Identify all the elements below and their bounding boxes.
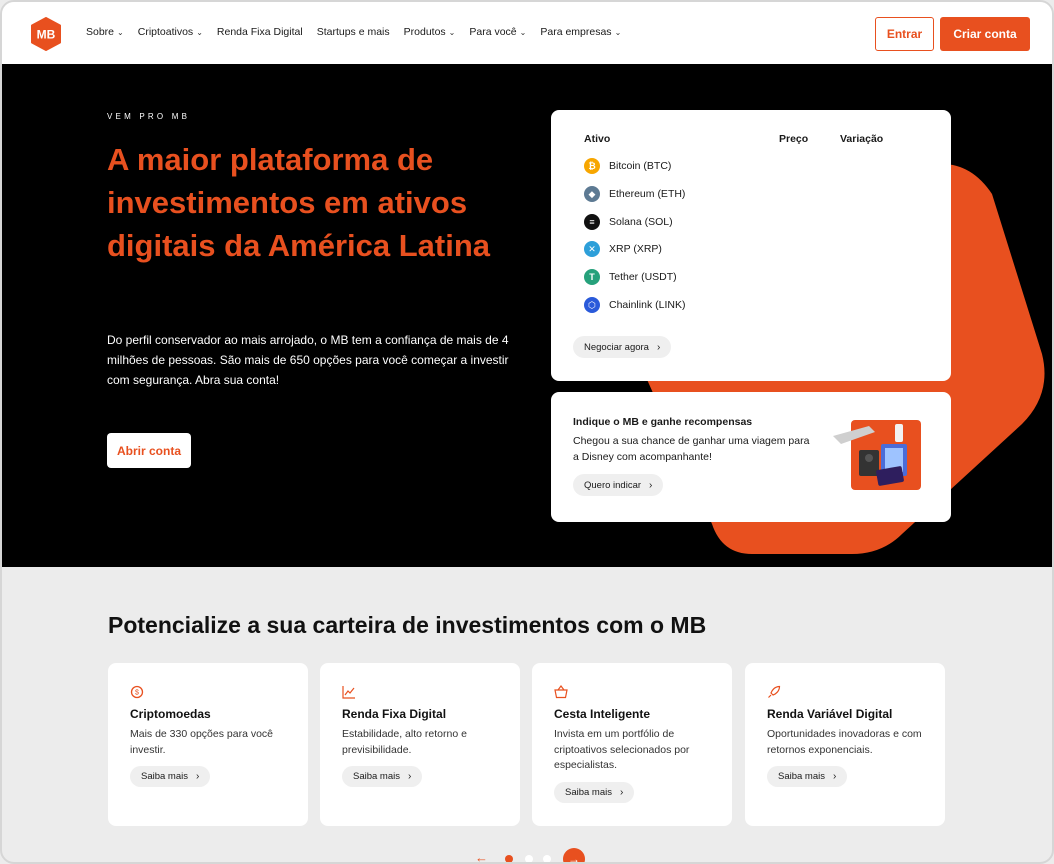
asset-row[interactable]: ◆ Ethereum (ETH) [584, 186, 685, 202]
feature-description: Estabilidade, alto retorno e previsibili… [342, 728, 467, 756]
nav-item-label: Produtos [403, 26, 446, 38]
carousel-dot[interactable] [525, 855, 533, 862]
chevron-down-icon: ⌄ [117, 27, 124, 37]
chevron-right-icon: › [656, 341, 661, 353]
nav-item-label: Criptoativos [137, 26, 194, 38]
feature-title: Renda Fixa Digital [342, 707, 447, 721]
chevron-down-icon: ⌄ [519, 27, 527, 37]
nav-item-label: Sobre [86, 26, 115, 38]
asset-name: Solana (SOL) [609, 216, 673, 228]
browser-frame: MB Sobre ⌄ Criptoativos ⌄ Renda Fixa Digital… [0, 0, 1054, 864]
chevron-down-icon: ⌄ [614, 27, 622, 37]
nav-item-label: Startups e mais [316, 26, 390, 38]
hero-section: VEM PRO MB A maior plataforma de investi… [2, 64, 1052, 567]
feature-description: Mais de 330 opções para você investir. [130, 728, 274, 756]
chevron-right-icon: › [196, 771, 200, 782]
chevron-down-icon: ⌄ [196, 27, 203, 37]
bitcoin-icon: ₿ [584, 158, 600, 174]
feature-card: $ Criptomoedas Mais de 330 opções para voc… [108, 663, 308, 826]
column-header-change: Variação [840, 133, 884, 145]
asset-name: Tether (USDT) [609, 271, 677, 283]
asset-row[interactable]: ⬡ Chainlink (LINK) [584, 297, 685, 313]
nav-item-produtos[interactable]: Produtos ⌄ [404, 26, 456, 38]
site-header: MB Sobre ⌄ Criptoativos ⌄ Renda Fixa Digital… [2, 2, 1052, 64]
chainlink-icon: ⬡ [584, 297, 600, 313]
feature-title: Cesta Inteligente [554, 707, 651, 721]
nav-item-label: Para empresas [540, 26, 612, 38]
login-button[interactable]: Entrar [875, 17, 934, 51]
feature-title: Renda Variável Digital [767, 707, 893, 721]
hero-eyebrow: VEM PRO MB [107, 112, 191, 121]
referral-title: Indique o MB e ganhe recompensas [573, 416, 753, 428]
hero-description: Do perfil conservador ao mais arrojado, … [107, 333, 509, 387]
chevron-down-icon: ⌄ [448, 27, 456, 37]
column-header-asset: Ativo [584, 133, 611, 145]
refer-button-label: Quero indicar [584, 479, 642, 491]
section-title: Potencialize a sua carteira de investime… [108, 612, 707, 638]
main-nav: Sobre ⌄ Criptoativos ⌄ Renda Fixa Digital Sta… [86, 26, 635, 38]
chart-icon [342, 685, 356, 699]
nav-item-label: Renda Fixa Digital [216, 26, 303, 38]
nav-item-criptoativos[interactable]: Criptoativos ⌄ [138, 26, 203, 38]
ethereum-icon: ◆ [584, 186, 600, 202]
nav-item-para-voc-[interactable]: Para você ⌄ [469, 26, 526, 38]
carousel-controls: ← → [475, 848, 595, 862]
hero-title: A maior plataforma de investimentos em a… [107, 142, 491, 263]
chevron-right-icon: › [649, 479, 653, 491]
learn-more-label: Saiba mais [141, 771, 188, 782]
learn-more-button[interactable]: Saiba mais › [342, 766, 423, 787]
nav-item-label: Para você [469, 26, 517, 38]
referral-text: Chegou a sua chance de ganhar uma viagem… [573, 435, 810, 463]
asset-row[interactable]: ≡ Solana (SOL) [584, 214, 673, 230]
rocket-icon [767, 685, 781, 699]
asset-row[interactable]: T Tether (USDT) [584, 269, 677, 285]
xrp-icon: ✕ [584, 241, 600, 257]
basket-icon [554, 685, 568, 699]
nav-item-startups-e-mais[interactable]: Startups e mais [317, 26, 390, 38]
asset-name: XRP (XRP) [609, 243, 662, 255]
learn-more-label: Saiba mais [778, 771, 825, 782]
arrow-left-icon[interactable]: ← [475, 850, 488, 862]
learn-more-button[interactable]: Saiba mais › [554, 782, 635, 803]
logo-text: MB [37, 28, 56, 42]
feature-description: Oportunidades inovadoras e com retornos … [767, 728, 922, 756]
chevron-right-icon: › [408, 771, 412, 782]
referral-card: Indique o MB e ganhe recompensas Chegou … [551, 392, 951, 522]
tether-icon: T [584, 269, 600, 285]
svg-text:$: $ [135, 690, 139, 697]
nav-item-renda-fixa-digital[interactable]: Renda Fixa Digital [217, 26, 303, 38]
learn-more-button[interactable]: Saiba mais › [130, 766, 211, 787]
assets-card: Ativo Preço Variação ₿ Bitcoin (BTC) ◆ Ethe… [551, 110, 951, 381]
coin-icon: $ [130, 685, 144, 699]
carousel-dot-active[interactable] [505, 855, 513, 862]
asset-name: Bitcoin (BTC) [609, 160, 672, 172]
mb-logo[interactable]: MB [29, 17, 63, 51]
asset-name: Chainlink (LINK) [609, 299, 686, 311]
learn-more-label: Saiba mais [353, 771, 400, 782]
asset-row[interactable]: ₿ Bitcoin (BTC) [584, 158, 671, 174]
feature-card: Cesta Inteligente Invista em um portfólio… [532, 663, 732, 826]
trade-now-label: Negociar agora [584, 341, 649, 353]
trade-now-button[interactable]: Negociar agora › [573, 336, 672, 358]
signup-button[interactable]: Criar conta [940, 17, 1030, 51]
asset-row[interactable]: ✕ XRP (XRP) [584, 241, 662, 257]
learn-more-button[interactable]: Saiba mais › [767, 766, 848, 787]
nav-item-sobre[interactable]: Sobre ⌄ [86, 26, 124, 38]
prizes-illustration [833, 420, 921, 490]
feature-card: Renda Variável Digital Oportunidades inov… [745, 663, 945, 826]
arrow-right-icon[interactable]: → [563, 848, 585, 862]
chevron-right-icon: › [620, 787, 624, 798]
asset-name: Ethereum (ETH) [609, 188, 686, 200]
carousel-dot[interactable] [543, 855, 551, 862]
nav-item-para-empresas[interactable]: Para empresas ⌄ [540, 26, 621, 38]
solana-icon: ≡ [584, 214, 600, 230]
feature-title: Criptomoedas [130, 707, 211, 721]
column-header-price: Preço [779, 133, 809, 145]
chevron-right-icon: › [833, 771, 837, 782]
learn-more-label: Saiba mais [565, 787, 612, 798]
feature-card: Renda Fixa Digital Estabilidade, alto ret… [320, 663, 520, 826]
feature-description: Invista em um portfólio de criptoativos … [554, 728, 690, 771]
open-account-button[interactable]: Abrir conta [107, 433, 191, 468]
refer-button[interactable]: Quero indicar › [573, 474, 664, 496]
